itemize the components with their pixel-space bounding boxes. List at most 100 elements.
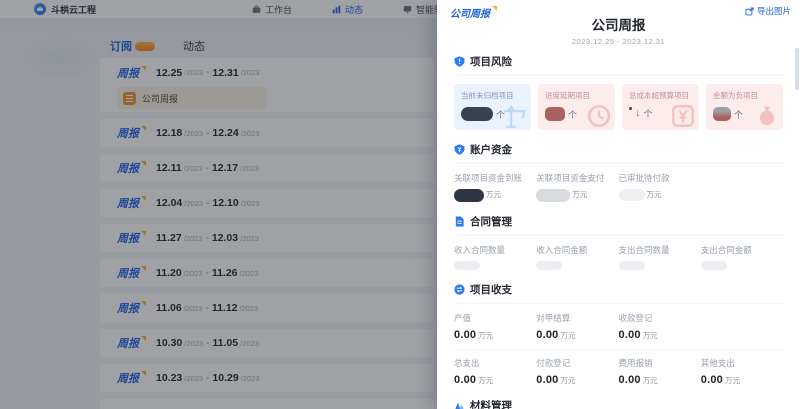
stat-value: 0.00 (536, 374, 558, 386)
page: 斗栱云工程 工作台 动态 智能验收 订阅 动态 (0, 0, 800, 409)
section-title-material: 材料管理 (454, 398, 783, 409)
redacted-value (701, 261, 727, 270)
section-title-text: 账户资金 (470, 142, 512, 157)
risk-card-label: 当前未归档项目 (461, 90, 524, 101)
risk-card-negative-amount: 金额为负项目 个 (706, 84, 783, 130)
stat-funds-received: 关联项目资金到账 万元 (454, 172, 536, 202)
drawer-body: 项目风险 当前未归档项目 个 进度延期项目 个 总成本超预算项目 ↓个 (437, 54, 800, 409)
redacted-value (545, 107, 565, 121)
redacted-value (713, 107, 731, 121)
stat-unit: 万元 (486, 189, 501, 200)
stat-label: 支出合同金额 (701, 244, 783, 256)
money-bag-icon (754, 103, 780, 129)
redacted-value (629, 107, 632, 110)
section-title-text: 项目收支 (470, 282, 512, 297)
export-icon (745, 7, 754, 16)
stat-unit: 万元 (647, 189, 662, 200)
stat-unit: 万元 (560, 330, 575, 341)
crane-icon (502, 103, 528, 129)
stat-expense-reimburse: 费用报销 0.00万元 (619, 357, 701, 386)
section-title-funds: 账户资金 (454, 142, 783, 157)
stat-label: 费用报销 (619, 357, 701, 369)
stat-other-expense: 其他支出 0.00万元 (701, 357, 783, 386)
income-stats-row2: 总支出 0.00万元 付款登记 0.00万元 费用报销 0.00万元 其他支出 … (454, 357, 783, 386)
risk-card-unit: 个 (644, 107, 653, 120)
stat-expense-contract-count: 支出合同数量 (619, 244, 701, 270)
stat-receipt-register: 收款登记 0.00万元 (619, 312, 701, 341)
shield-yuan-icon (454, 144, 465, 155)
section-title-contract: 合同管理 (454, 214, 783, 229)
stat-label: 其他支出 (701, 357, 783, 369)
drawer-breadcrumb: 公司周报 (450, 5, 497, 20)
risk-card-delayed: 进度延期项目 个 (538, 84, 615, 130)
stat-value: 0.00 (619, 329, 641, 341)
stat-unit: 万元 (725, 375, 740, 386)
risk-card-unarchived: 当前未归档项目 个 (454, 84, 531, 130)
risk-card-label: 金额为负项目 (713, 90, 776, 101)
section-title-income-expense: 项目收支 (454, 282, 783, 297)
section-divider (454, 235, 783, 236)
stat-label: 关联项目资金到账 (454, 172, 536, 184)
stat-value: 0.00 (454, 374, 476, 386)
section-title-text: 材料管理 (470, 398, 512, 409)
export-image-label: 导出图片 (757, 5, 791, 17)
redacted-value (536, 189, 570, 202)
down-arrow-indicator: ↓ (635, 108, 641, 119)
stat-label: 收入合同金额 (536, 244, 618, 256)
stat-unit: 万元 (478, 330, 493, 341)
stat-funds-paid: 关联项目资金支付 万元 (536, 172, 618, 202)
drawer-scrollbar-thumb[interactable] (795, 48, 799, 90)
risk-cards: 当前未归档项目 个 进度延期项目 个 总成本超预算项目 ↓个 金额为负项目 个 (454, 84, 783, 130)
stat-unit: 万元 (572, 189, 587, 200)
stat-label: 付款登记 (536, 357, 618, 369)
funds-stats: 关联项目资金到账 万元 关联项目资金支付 万元 已审批待付款 万元 (454, 172, 783, 202)
risk-card-over-budget: 总成本超预算项目 ↓个 (622, 84, 699, 130)
stat-party-a-settlement: 对甲结算 0.00万元 (536, 312, 618, 341)
stat-expense-contract-amount: 支出合同金额 (701, 244, 783, 270)
risk-card-label: 进度延期项目 (545, 90, 608, 101)
stat-payment-register: 付款登记 0.00万元 (536, 357, 618, 386)
report-date-range: 2023.12.25 - 2023.12.31 (437, 37, 800, 46)
redacted-value (536, 261, 562, 270)
stat-output-value: 产值 0.00万元 (454, 312, 536, 341)
shield-alert-icon (454, 56, 465, 67)
yuan-badge-icon (670, 103, 696, 129)
stat-value: 0.00 (619, 374, 641, 386)
stat-label: 总支出 (454, 357, 536, 369)
company-weekly-report-drawer: 公司周报 导出图片 公司周报 2023.12.25 - 2023.12.31 项… (437, 0, 800, 409)
stat-label: 对甲结算 (536, 312, 618, 324)
exchange-circle-icon (454, 284, 465, 295)
stat-approved-pending: 已审批待付款 万元 (619, 172, 701, 202)
section-divider (454, 75, 783, 76)
section-title-risk: 项目风险 (454, 54, 783, 69)
material-icon (454, 400, 465, 409)
stat-unit: 万元 (560, 375, 575, 386)
stat-label: 关联项目资金支付 (536, 172, 618, 184)
section-divider (454, 303, 783, 304)
stat-income-contract-amount: 收入合同金额 (536, 244, 618, 270)
stat-empty (701, 172, 783, 202)
stat-value: 0.00 (536, 329, 558, 341)
stat-value: 0.00 (454, 329, 476, 341)
row-divider (454, 349, 783, 350)
drawer-header: 公司周报 导出图片 公司周报 2023.12.25 - 2023.12.31 (437, 0, 800, 42)
stat-label: 产值 (454, 312, 536, 324)
redacted-value (454, 261, 480, 270)
section-title-text: 项目风险 (470, 54, 512, 69)
stat-label: 收款登记 (619, 312, 701, 324)
stat-income-contract-count: 收入合同数量 (454, 244, 536, 270)
redacted-value (454, 189, 484, 202)
export-image-button[interactable]: 导出图片 (745, 5, 791, 17)
redacted-value (619, 189, 645, 201)
stat-value: 0.00 (701, 374, 723, 386)
risk-card-unit: 个 (568, 108, 577, 121)
document-icon (454, 216, 465, 227)
clock-icon (586, 103, 612, 129)
stat-empty (701, 312, 783, 341)
contract-stats: 收入合同数量 收入合同金额 支出合同数量 支出合同金额 (454, 244, 783, 270)
stat-unit: 万元 (643, 375, 658, 386)
risk-card-unit: 个 (734, 108, 743, 121)
stat-label: 已审批待付款 (619, 172, 701, 184)
stat-total-expense: 总支出 0.00万元 (454, 357, 536, 386)
stat-label: 收入合同数量 (454, 244, 536, 256)
